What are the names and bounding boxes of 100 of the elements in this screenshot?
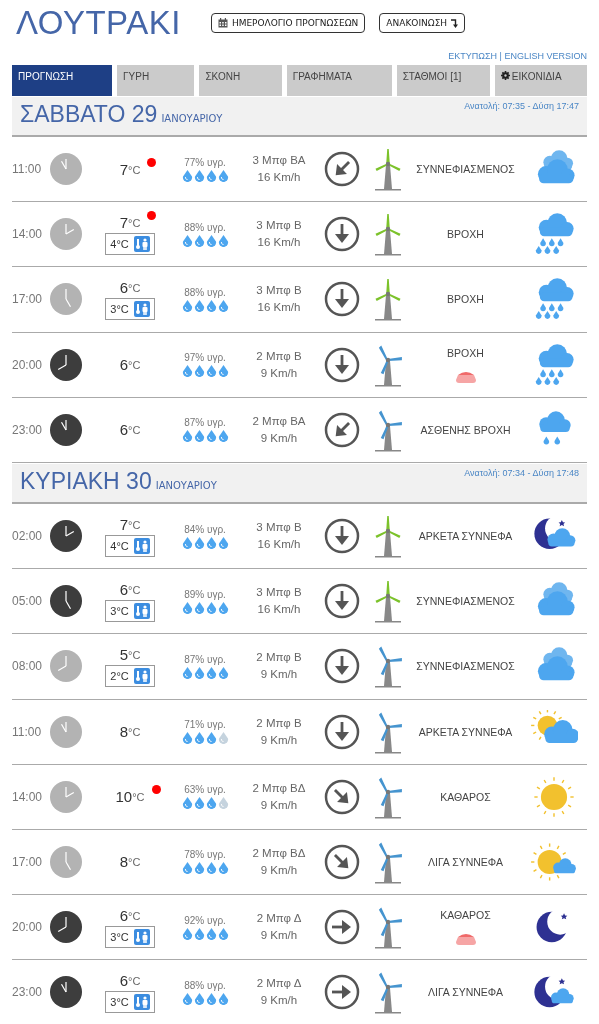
condition-label: ΛΙΓΑ ΣΥΝΝΕΦΑ [428,986,503,999]
wind-speed: 9 Km/h [260,862,298,878]
tab[interactable]: ΕΙΚΟΝΙΔΙΑ [494,65,587,96]
temperature: 5 [119,645,128,663]
drop-icon [181,234,193,247]
header-button[interactable]: ΗΜΕΡΟΛΟΓΙΟ ΠΡΟΓΝΩΣΕΩΝ [210,13,366,33]
temperature: 6 [119,971,128,989]
condition-label: ΒΡΟΧΗ [447,293,484,306]
drop-icon [193,862,205,875]
tab[interactable]: ΓΥΡΗ [117,65,195,96]
humidity-label: 77% υγρ. [184,156,226,168]
tab[interactable]: ΓΡΑΦΗΜΑΤΑ [286,65,392,96]
tab[interactable]: ΠΡΟΓΝΩΣΗ [12,65,113,96]
clock-icon [50,348,82,381]
drop-icon [181,666,193,679]
thermometer-person-icon [133,300,150,317]
gear-icon [500,71,510,80]
drop-icon [181,299,193,312]
drop-icon [181,601,193,614]
wind-speed: 16 Km/h [257,300,301,316]
drop-icon [193,536,205,549]
drop-icon [181,169,193,182]
thermometer-person-icon [133,993,150,1010]
drop-icon [217,797,229,810]
drop-icon [205,430,217,443]
feels-like-temperature: 2°C [110,669,129,682]
wind-speed: 16 Km/h [257,602,301,618]
temperature: 6 [119,278,128,296]
clock-icon [50,413,82,446]
wind-speed: 16 Km/h [257,170,301,186]
header-link[interactable]: ΕΚΤΥΠΩΣΗ [448,51,498,61]
time-label: 23:00 [12,422,44,437]
clock-icon [50,153,82,186]
unit-label: °C [128,909,141,922]
sunrise-sunset: Ανατολή: 07:35 - Δύση 17:47 [464,101,579,113]
clock-icon [50,520,82,553]
thermometer-person-icon [133,235,150,252]
time-label: 05:00 [12,594,44,609]
humidity-label: 97% υγρ. [184,352,226,364]
drop-icon [217,992,229,1005]
time-label: 20:00 [12,920,44,935]
wind-force: 3 Μπφ ΒΑ [252,153,306,169]
header-button[interactable]: ΑΝΑΚΟΙΝΩΣΗ [379,13,466,33]
humidity-label: 89% υγρ. [184,588,226,600]
clock-icon [50,283,82,316]
condition-label: ΛΙΓΑ ΣΥΝΝΕΦΑ [428,855,503,868]
month-label: ΙΑΝΟΥΑΡΙΟΥ [161,113,223,124]
drop-icon [205,992,217,1005]
drop-icon [193,992,205,1005]
sunrise-sunset: Ανατολή: 07:34 - Δύση 17:48 [464,467,579,480]
tab[interactable]: ΣΚΟΝΗ [199,65,282,96]
wind-speed: 9 Km/h [260,430,298,446]
drop-icon [193,169,205,182]
wind-speed: 9 Km/h [260,365,298,381]
clock-icon [50,976,82,1009]
condition-label: ΣΥΝΝΕΦΙΑΣΜΕΝΟΣ [416,163,515,176]
drop-icon [205,862,217,875]
time-label: 20:00 [12,357,44,372]
feels-like-temperature: 3°C [110,995,129,1008]
temperature: 10 [115,788,133,806]
time-label: 11:00 [12,162,43,177]
humidity-label: 87% υγρ. [184,653,226,665]
wind-force: 2 Μπφ Β [256,715,302,731]
drop-icon [193,601,205,614]
drop-icon [217,234,229,247]
condition-label: ΣΥΝΝΕΦΙΑΣΜΕΝΟΣ [416,660,515,673]
wind-speed: 9 Km/h [260,993,298,1009]
drop-icon [181,732,193,745]
wind-force: 2 Μπφ ΒΔ [252,780,306,796]
condition-label: ΒΡΟΧΗ [447,228,484,241]
wind-force: 3 Μπφ Β [256,283,302,299]
humidity-label: 88% υγρ. [184,286,226,298]
drop-icon [193,299,205,312]
drop-icon [205,536,217,549]
drop-icon [193,732,205,745]
header-link[interactable]: ENGLISH VERSION [504,51,587,61]
temperature: 6 [119,580,128,598]
temperature: 8 [119,853,128,871]
tab[interactable]: ΣΤΑΘΜΟΙ [1] [396,65,490,96]
clock-icon [50,585,82,618]
clock-icon [50,715,82,748]
separator: | [498,51,503,61]
time-label: 14:00 [12,789,44,804]
wind-force: 3 Μπφ Β [256,520,302,536]
wind-speed: 9 Km/h [260,797,298,813]
feels-like-temperature: 4°C [110,539,129,552]
time-label: 11:00 [12,724,43,739]
drop-icon [205,732,217,745]
thermometer-person-icon [133,928,150,945]
humidity-label: 78% υγρ. [184,849,226,861]
time-label: 23:00 [12,985,44,1000]
wind-speed: 16 Km/h [257,235,301,251]
condition-label: ΣΥΝΝΕΦΙΑΣΜΕΝΟΣ [416,595,515,608]
condition-label: ΑΣΘΕΝΗΣ ΒΡΟΧΗ [420,423,511,436]
wind-force: 2 Μπφ ΒΔ [252,845,306,861]
unit-label: °C [128,216,141,229]
time-label: 17:00 [12,854,44,869]
unit-label: °C [128,518,141,531]
clock-icon [50,911,82,944]
drop-icon [217,862,229,875]
